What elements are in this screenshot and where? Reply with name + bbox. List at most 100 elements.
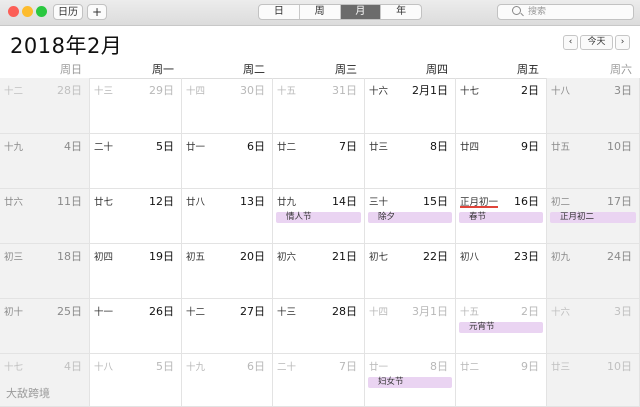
- lunar-date: 十八: [551, 86, 571, 97]
- day-cell[interactable]: 十三 29日: [90, 78, 182, 134]
- day-cell[interactable]: 初五 20日: [182, 244, 273, 299]
- solar-date: 7日: [339, 140, 357, 153]
- day-cell[interactable]: 初十 25日: [0, 299, 90, 354]
- day-cell[interactable]: 廿一 8日 妇女节: [365, 354, 456, 407]
- weekday-label: 周六: [610, 63, 632, 76]
- solar-date: 14日: [332, 195, 357, 208]
- day-cell[interactable]: 二十 5日: [90, 134, 182, 189]
- solar-date: 23日: [514, 250, 539, 263]
- day-cell[interactable]: 十六 3日: [547, 299, 640, 354]
- day-cell[interactable]: 廿九 14日 情人节: [273, 189, 365, 244]
- search-placeholder: 搜索: [528, 7, 547, 17]
- day-cell[interactable]: 三十 15日除夕: [365, 189, 456, 244]
- minimize-window-button[interactable]: [22, 6, 33, 17]
- calendar-event[interactable]: 正月初二: [550, 212, 636, 223]
- lunar-date: 廿一: [186, 142, 206, 153]
- day-cell[interactable]: 十九 4日: [0, 134, 90, 189]
- solar-date: 18日: [57, 250, 82, 263]
- solar-date: 24日: [607, 250, 632, 263]
- prev-month-button[interactable]: ‹: [563, 35, 578, 50]
- day-cell[interactable]: 初三 18日: [0, 244, 90, 299]
- solar-date: 2月1日: [412, 84, 448, 97]
- day-cell[interactable]: 十二 28日: [0, 78, 90, 134]
- day-cell[interactable]: 廿二 7日: [273, 134, 365, 189]
- solar-date: 8日: [430, 360, 448, 373]
- calendar-event[interactable]: 元宵节: [459, 322, 543, 333]
- lunar-date: 三十: [369, 197, 389, 208]
- lunar-date: 十一: [94, 307, 114, 318]
- day-cell[interactable]: 廿四 9日: [456, 134, 547, 189]
- day-cell[interactable]: 初二 17日 正月初二: [547, 189, 640, 244]
- day-cell[interactable]: 初七 22日: [365, 244, 456, 299]
- day-cell[interactable]: 廿二 9日: [456, 354, 547, 407]
- lunar-date: 初六: [277, 252, 297, 263]
- day-cell[interactable]: 二十 7日: [273, 354, 365, 407]
- weekday-label: 周日: [60, 63, 82, 76]
- day-cell[interactable]: 十四 30日: [182, 78, 273, 134]
- lunar-date: 廿二: [460, 362, 480, 373]
- lunar-date: 廿三: [369, 142, 389, 153]
- calendar-event[interactable]: 妇女节: [368, 377, 452, 388]
- lunar-date: 十六: [369, 86, 389, 97]
- lunar-date: 初三: [4, 252, 24, 263]
- solar-date: 12日: [149, 195, 174, 208]
- solar-date: 27日: [240, 305, 265, 318]
- lunar-date: 廿五: [551, 142, 571, 153]
- day-cell[interactable]: 十一 26日: [90, 299, 182, 354]
- solar-date: 22日: [423, 250, 448, 263]
- calendar-event[interactable]: 除夕: [368, 212, 452, 223]
- day-cell[interactable]: 十五 2日 元宵节: [456, 299, 547, 354]
- calendar-event[interactable]: 情人节: [276, 212, 361, 223]
- today-button[interactable]: 今天: [580, 35, 613, 50]
- day-cell[interactable]: 初八 23日: [456, 244, 547, 299]
- calendars-button[interactable]: 日历: [53, 4, 83, 20]
- day-cell[interactable]: 十八 3日: [547, 78, 640, 134]
- day-cell[interactable]: 十九 6日: [182, 354, 273, 407]
- day-cell[interactable]: 初六 21日: [273, 244, 365, 299]
- day-cell[interactable]: 十三 28日: [273, 299, 365, 354]
- lunar-date: 十七: [460, 86, 480, 97]
- lunar-date: 二十: [277, 362, 297, 373]
- lunar-date: 初二: [551, 197, 571, 208]
- day-cell[interactable]: 廿六 11日: [0, 189, 90, 244]
- day-cell[interactable]: 十四 3月1日: [365, 299, 456, 354]
- day-cell[interactable]: 初九 24日: [547, 244, 640, 299]
- day-cell[interactable]: 正月初一 16日 春节: [456, 189, 547, 244]
- day-cell[interactable]: 十七 2日: [456, 78, 547, 134]
- lunar-date: 初八: [460, 252, 480, 263]
- solar-date: 3日: [614, 305, 632, 318]
- lunar-date: 廿四: [460, 142, 480, 153]
- close-window-button[interactable]: [8, 6, 19, 17]
- solar-date: 10日: [607, 140, 632, 153]
- tab-day[interactable]: 日: [259, 5, 299, 19]
- lunar-date: 初七: [369, 252, 389, 263]
- day-cell[interactable]: 十二 27日: [182, 299, 273, 354]
- next-month-button[interactable]: ›: [615, 35, 630, 50]
- zoom-window-button[interactable]: [36, 6, 47, 17]
- solar-date: 16日: [514, 195, 539, 208]
- day-cell[interactable]: 廿五 10日: [547, 134, 640, 189]
- tab-week[interactable]: 周: [298, 5, 340, 19]
- day-cell[interactable]: 廿三 10日: [547, 354, 640, 407]
- day-cell[interactable]: 廿三 8日: [365, 134, 456, 189]
- day-cell[interactable]: 初四 19日: [90, 244, 182, 299]
- day-cell[interactable]: 十六 2月1日: [365, 78, 456, 134]
- solar-date: 2日: [521, 84, 539, 97]
- day-cell[interactable]: 十五 31日: [273, 78, 365, 134]
- calendar-event[interactable]: 春节: [459, 212, 543, 223]
- solar-date: 9日: [521, 140, 539, 153]
- solar-date: 15日: [423, 195, 448, 208]
- weekday-label: 周三: [335, 63, 357, 76]
- lunar-date: 二十: [94, 142, 114, 153]
- lunar-date: 十三: [277, 307, 297, 318]
- day-cell[interactable]: 十八 5日: [90, 354, 182, 407]
- add-event-button[interactable]: +: [87, 4, 107, 20]
- search-field[interactable]: 搜索: [497, 4, 634, 20]
- lunar-date: 初九: [551, 252, 571, 263]
- solar-date: 5日: [156, 140, 174, 153]
- day-cell[interactable]: 廿八 13日: [182, 189, 273, 244]
- tab-month[interactable]: 月: [339, 5, 381, 19]
- day-cell[interactable]: 廿一 6日: [182, 134, 273, 189]
- day-cell[interactable]: 廿七 12日: [90, 189, 182, 244]
- tab-year[interactable]: 年: [380, 5, 421, 19]
